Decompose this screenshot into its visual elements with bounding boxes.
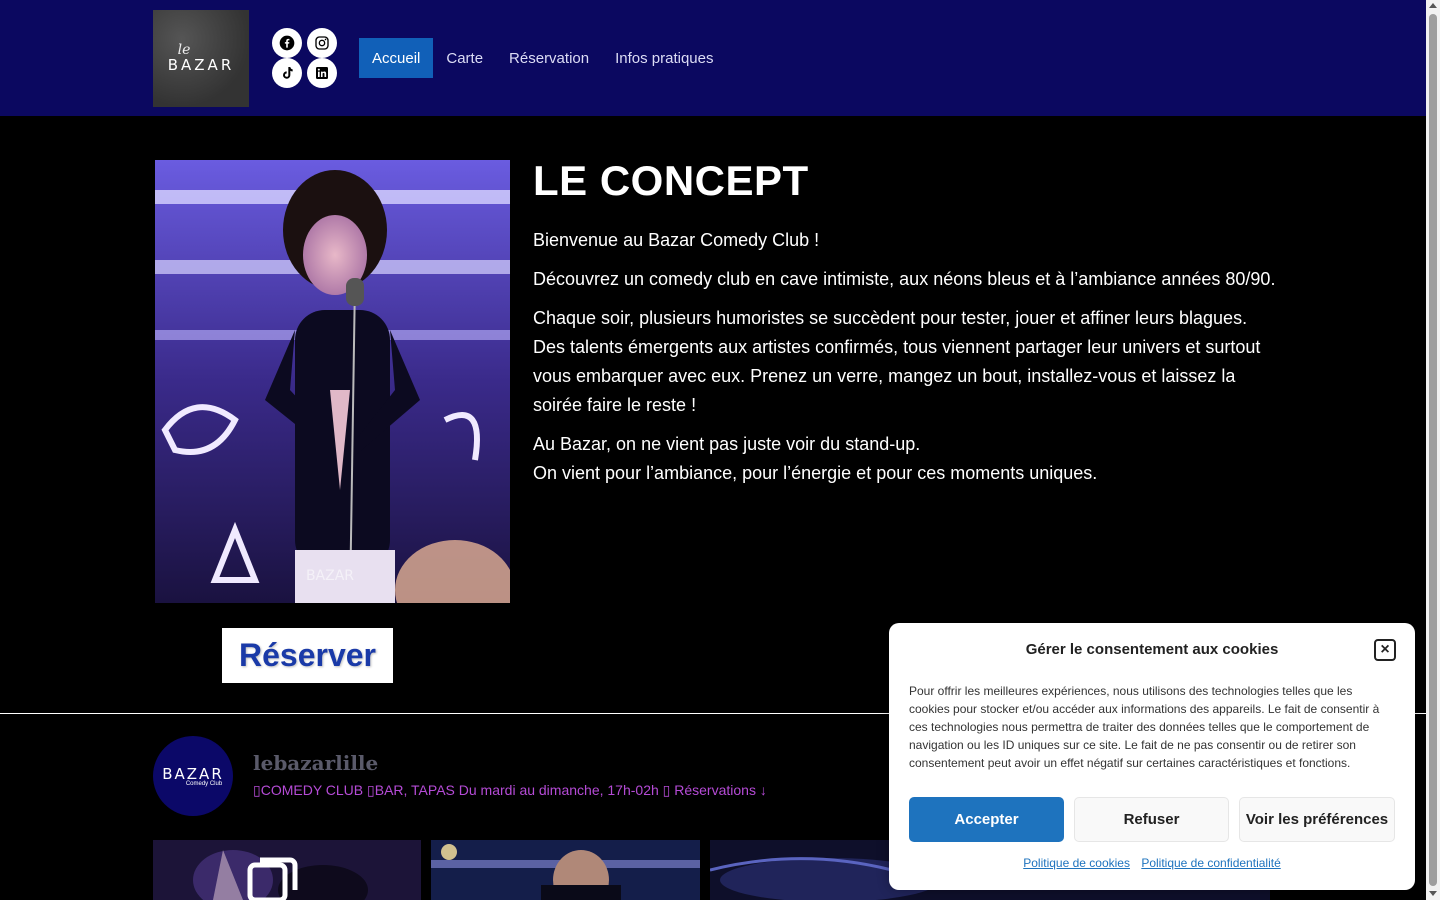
instagram-icon[interactable] <box>307 28 337 58</box>
concept-line-4a: Au Bazar, on ne vient pas juste voir du … <box>533 434 921 454</box>
tiktok-icon[interactable] <box>272 58 302 88</box>
instagram-handle[interactable]: lebazarlille <box>253 751 378 775</box>
site-header: le BAZAR Accueil Carte Réservation Infos… <box>0 0 1426 116</box>
instagram-post[interactable] <box>431 840 700 900</box>
refuse-button[interactable]: Refuser <box>1074 797 1229 842</box>
carousel-icon <box>247 857 298 900</box>
site-logo[interactable]: le BAZAR <box>153 10 249 107</box>
privacy-policy-link[interactable]: Politique de confidentialité <box>1141 856 1280 870</box>
scroll-up-arrow-icon[interactable] <box>1429 3 1437 8</box>
nav-item-accueil[interactable]: Accueil <box>359 38 434 78</box>
preferences-button[interactable]: Voir les préférences <box>1239 797 1395 842</box>
concept-line-4b: On vient pour l’ambiance, pour l’énergie… <box>533 463 1098 483</box>
concept-paragraph-4: Au Bazar, on ne vient pas juste voir du … <box>533 430 1278 488</box>
close-icon[interactable]: × <box>1374 639 1396 661</box>
cookie-consent-dialog: Gérer le consentement aux cookies × Pour… <box>889 623 1415 890</box>
scroll-thumb[interactable] <box>1429 14 1437 886</box>
concept-paragraph-3: Chaque soir, plusieurs humoristes se suc… <box>533 308 1261 415</box>
main-nav: Accueil Carte Réservation Infos pratique… <box>359 38 727 78</box>
nav-item-carte[interactable]: Carte <box>433 38 496 78</box>
instagram-bio: ▯COMEDY CLUB ▯BAR, TAPAS Du mardi au dim… <box>253 782 767 798</box>
logo-le: le <box>177 41 191 58</box>
accept-button[interactable]: Accepter <box>909 797 1064 842</box>
concept-text: Bienvenue au Bazar Comedy Club ! Découvr… <box>533 226 1278 498</box>
reserve-button[interactable]: Réserver <box>222 628 393 683</box>
avatar-subtext: Comedy Club <box>185 781 223 787</box>
concept-paragraph-1: Bienvenue au Bazar Comedy Club ! <box>533 230 820 250</box>
linkedin-icon[interactable] <box>307 58 337 88</box>
social-links <box>272 28 338 88</box>
page-scrollbar[interactable] <box>1426 0 1440 900</box>
cookie-links: Politique de cookies Politique de confid… <box>889 856 1415 870</box>
comedian-photo: BAZAR <box>155 160 510 603</box>
instagram-avatar[interactable]: BAZAR Comedy Club <box>153 736 233 816</box>
logo-bazar: BAZAR <box>167 55 235 74</box>
scroll-down-arrow-icon[interactable] <box>1429 891 1437 896</box>
cookie-text: Pour offrir les meilleures expériences, … <box>909 684 1380 770</box>
facebook-icon[interactable] <box>272 28 302 58</box>
cookie-title: Gérer le consentement aux cookies <box>1025 641 1279 658</box>
instagram-post[interactable] <box>153 840 421 900</box>
page-title: LE CONCEPT <box>533 157 809 204</box>
concept-paragraph-2: Découvrez un comedy club en cave intimis… <box>533 269 1276 289</box>
nav-item-infos-pratiques[interactable]: Infos pratiques <box>602 38 726 78</box>
cookie-policy-link[interactable]: Politique de cookies <box>1023 856 1130 870</box>
photo-watermark: BAZAR <box>306 568 354 584</box>
nav-item-reservation[interactable]: Réservation <box>496 38 602 78</box>
